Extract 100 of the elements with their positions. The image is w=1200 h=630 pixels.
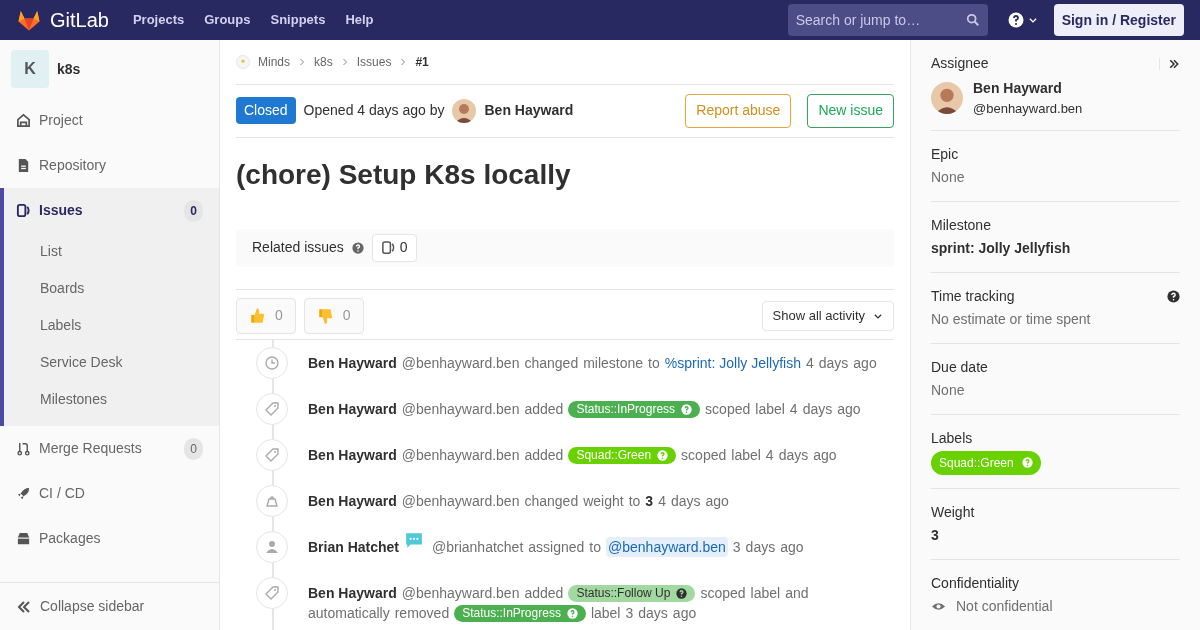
author-name[interactable]: Ben Hayward	[308, 353, 397, 373]
activity-text: days	[638, 604, 668, 623]
status-badge: Closed	[236, 97, 296, 125]
person-icon	[264, 539, 280, 555]
activity-text: ago	[672, 604, 697, 623]
section-label: Assignee	[931, 54, 990, 73]
author-name[interactable]: Ben Hayward	[308, 399, 397, 419]
section-value: No estimate or time spent	[931, 309, 1092, 329]
breadcrumb-link[interactable]: k8s	[314, 53, 333, 71]
author-name[interactable]: Ben Hayward	[484, 100, 574, 122]
activity-text: scoped	[700, 584, 746, 603]
author-name[interactable]: Ben Hayward	[308, 491, 397, 511]
count-badge: 0	[184, 199, 203, 222]
sidebar-item[interactable]: Packages	[0, 516, 219, 561]
chat-bubble-icon	[404, 532, 425, 550]
activity-filter-dropdown[interactable]: Show all activity	[761, 300, 894, 331]
activity-text: label	[731, 446, 761, 465]
activity-text: added	[524, 400, 564, 419]
chevron-right-icon	[298, 58, 306, 66]
section-value: sprint: Jolly Jellyfish	[931, 238, 1072, 258]
section-label: Epic	[931, 144, 960, 164]
sidebar-subitem[interactable]: List	[4, 233, 219, 270]
activity-text: label	[750, 584, 781, 603]
avatar[interactable]	[931, 82, 963, 115]
issues-icon	[380, 240, 396, 256]
activity-text: @benhayward.ben	[401, 446, 520, 465]
help-icon	[657, 449, 669, 461]
project-avatar: K	[11, 50, 49, 88]
section-label: Time tracking	[931, 286, 1016, 306]
activity-text: weight	[583, 492, 624, 511]
section-label: Weight	[931, 502, 976, 522]
search-input[interactable]: Search or jump to…	[795, 9, 966, 31]
chevron-down-icon	[1027, 15, 1038, 25]
brand-name[interactable]: GitLab	[50, 5, 109, 35]
section-value: None	[931, 167, 966, 187]
user-mention[interactable]: @benhayward.ben	[606, 537, 728, 557]
help-icon	[566, 607, 578, 619]
sidebar-subitem[interactable]: Milestones	[4, 381, 219, 418]
help-icon	[1021, 457, 1033, 468]
help-icon	[676, 587, 688, 599]
clock-icon	[264, 355, 280, 371]
thumbs-up-icon	[249, 306, 267, 325]
milestone-link[interactable]: %sprint: Jolly Jellyfish	[664, 353, 801, 373]
activity-text: days	[670, 492, 701, 511]
section-value: None	[931, 380, 966, 400]
breadcrumb-link[interactable]: Minds	[258, 53, 290, 71]
opened-text: Opened 4 days ago by	[303, 101, 445, 121]
activity-text: days	[818, 354, 849, 373]
section-label: Due date	[931, 357, 989, 377]
nav-link[interactable]: Help	[345, 10, 374, 30]
sidebar-item[interactable]: Merge Requests 0	[0, 426, 219, 471]
help-icon[interactable]	[1007, 12, 1024, 28]
help-icon	[351, 241, 364, 254]
activity-text: ago	[705, 492, 729, 511]
document-icon	[16, 158, 31, 173]
breadcrumb-link[interactable]: Issues	[356, 53, 392, 71]
scoped-label[interactable]: Status::Follow Up	[568, 584, 696, 602]
sign-in-button[interactable]: Sign in / Register	[1053, 4, 1184, 36]
sidebar-item[interactable]: Project	[0, 98, 219, 143]
author-name[interactable]: Ben Hayward	[308, 445, 397, 465]
section-value: 3	[931, 525, 940, 545]
double-chevron-left-icon	[16, 598, 32, 615]
activity-text: changed	[524, 354, 579, 373]
assignee-name[interactable]: Ben Hayward	[973, 78, 1083, 99]
activity-text: label	[755, 400, 785, 419]
author-name[interactable]: Brian Hatchet	[308, 537, 400, 557]
activity-text: changed	[524, 492, 579, 511]
nav-link[interactable]: Groups	[204, 10, 251, 30]
bulb-icon	[236, 55, 250, 69]
sidebar-subitem[interactable]: Labels	[4, 307, 219, 344]
sidebar-subitem[interactable]: Service Desk	[4, 344, 219, 381]
activity-text: 4	[805, 354, 814, 373]
collapse-sidebar-button[interactable]	[1159, 57, 1180, 70]
sidebar-subitem[interactable]: Boards	[4, 270, 219, 307]
weight-value: 3	[645, 492, 654, 511]
activity-text: 4	[765, 446, 774, 465]
tag-icon	[264, 447, 280, 463]
activity-text: @benhayward.ben	[401, 584, 520, 603]
sidebar-item[interactable]: CI / CD	[0, 471, 219, 516]
nav-link[interactable]: Projects	[132, 10, 185, 30]
sidebar-item[interactable]: Repository	[0, 143, 219, 188]
activity-text: label	[590, 604, 621, 623]
sidebar-item[interactable]: Issues 0	[4, 188, 219, 233]
activity-text: 4	[658, 492, 666, 511]
breadcrumb-link[interactable]: #1	[415, 53, 429, 71]
author-name[interactable]: Ben Hayward	[308, 583, 397, 603]
section-label: Confidentiality	[931, 573, 1020, 593]
avatar[interactable]	[452, 98, 477, 123]
chevron-right-icon	[340, 58, 349, 66]
search-field[interactable]: Search or jump to…	[787, 4, 988, 36]
activity-text: @benhayward.ben	[401, 400, 520, 419]
search-icon	[965, 13, 980, 27]
nav-link[interactable]: Snippets	[270, 10, 326, 30]
related-count-button[interactable]: 0	[371, 233, 417, 262]
activity-text: and	[785, 584, 809, 603]
project-name[interactable]: k8s	[57, 58, 81, 80]
activity-text: 4	[789, 400, 798, 419]
issues-icon	[16, 203, 31, 218]
rocket-icon	[16, 486, 31, 501]
activity-text: assigned	[528, 538, 585, 557]
